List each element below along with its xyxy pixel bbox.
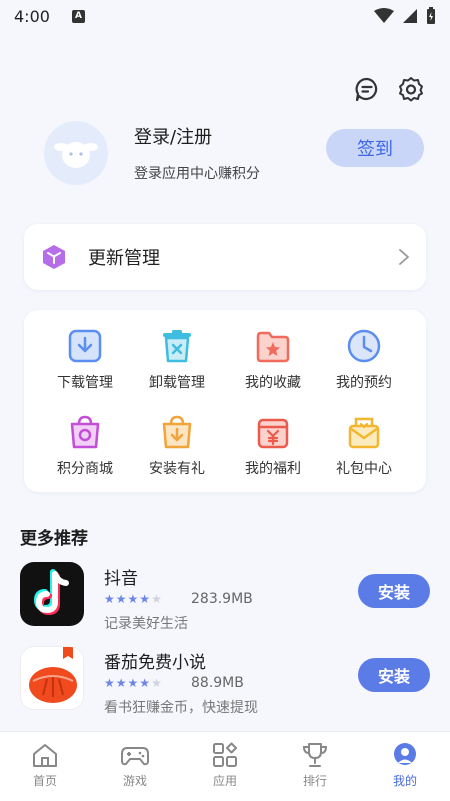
welfare-icon (253, 412, 293, 452)
nav-label: 游戏 (122, 774, 147, 788)
login-title: 登录/注册 (134, 127, 213, 148)
uninstall-icon (157, 326, 197, 366)
nav-label: 我的 (392, 774, 417, 788)
apps-grid-icon (213, 742, 237, 767)
star-icon: ★ (104, 592, 115, 606)
wifi-icon (374, 8, 394, 23)
nav-label: 首页 (32, 774, 57, 788)
install-gift-icon (157, 412, 197, 452)
reservation-clock-icon (344, 326, 384, 366)
update-label: 更新管理 (88, 248, 160, 269)
nav-item-mine[interactable]: 我的 (360, 732, 450, 801)
update-management-row[interactable]: 更新管理 (24, 224, 426, 290)
app-size: 88.9MB (191, 675, 244, 691)
star-icon: ★ (139, 592, 151, 606)
grid-item-uninstall[interactable]: 卸载管理 (132, 326, 222, 392)
signal-icon (403, 9, 417, 23)
star-icon: ★ (139, 676, 151, 690)
grid-item-download[interactable]: 下载管理 (40, 326, 130, 392)
grid-item-install-gift[interactable]: 安装有礼 (132, 412, 222, 478)
grid-item-reservation[interactable]: 我的预约 (319, 326, 409, 392)
profile-section: 登录/注册 登录应用中心赚积分 签到 (44, 118, 424, 188)
star-icon: ★ (151, 592, 162, 606)
points-mall-bag-icon (65, 412, 105, 452)
gamepad-icon (121, 747, 149, 766)
cube-icon (43, 245, 65, 269)
grid-label: 卸载管理 (149, 375, 205, 391)
app-item-douyin[interactable]: 抖音 ★ ★ ★ ★ ★ 283.9MB 记录美好生活 安装 (20, 562, 430, 632)
install-button[interactable]: 安装 (358, 658, 430, 692)
profile-icon (394, 743, 416, 765)
settings-icon[interactable] (398, 76, 424, 102)
favorites-icon (253, 326, 293, 366)
nav-item-games[interactable]: 游戏 (90, 732, 180, 801)
app-name: 抖音 (104, 569, 138, 589)
app-name: 番茄免费小说 (104, 653, 206, 673)
star-icon: ★ (151, 676, 162, 690)
chevron-right-icon (399, 249, 409, 265)
tools-grid: 下载管理 卸载管理 我的收藏 我的预约 积分商城 安装有礼 我的福利 礼包中心 (24, 310, 426, 492)
grid-item-favorites[interactable]: 我的收藏 (228, 326, 318, 392)
grid-label: 安装有礼 (149, 461, 205, 477)
grid-item-points-mall[interactable]: 积分商城 (40, 412, 130, 478)
grid-label: 下载管理 (57, 375, 113, 391)
login-subtitle: 登录应用中心赚积分 (134, 166, 260, 182)
grid-label: 积分商城 (57, 461, 113, 477)
nav-item-apps[interactable]: 应用 (180, 732, 270, 801)
section-title: 更多推荐 (20, 529, 88, 549)
nav-label: 应用 (212, 774, 237, 788)
nav-item-home[interactable]: 首页 (0, 732, 90, 801)
star-icon: ★ (127, 592, 139, 606)
douyin-app-icon (20, 562, 84, 626)
grid-label: 我的预约 (336, 375, 392, 391)
install-button[interactable]: 安装 (358, 574, 430, 608)
top-actions (354, 76, 424, 102)
grid-item-gift-pack[interactable]: 礼包中心 (319, 412, 409, 478)
checkin-button[interactable]: 签到 (326, 129, 424, 167)
nav-label: 排行 (302, 774, 327, 788)
grid-item-welfare[interactable]: 我的福利 (228, 412, 318, 478)
trophy-icon (302, 743, 328, 767)
message-icon[interactable] (354, 76, 380, 102)
app-size: 283.9MB (191, 591, 253, 607)
status-time: 4:00 (14, 6, 50, 26)
grid-label: 我的福利 (245, 461, 301, 477)
status-right (374, 7, 436, 25)
star-icon: ★ (115, 592, 127, 606)
grid-label: 我的收藏 (245, 375, 301, 391)
rating-stars: ★ ★ ★ ★ ★ (104, 592, 162, 606)
star-icon: ★ (115, 676, 127, 690)
notification-icon: A (71, 9, 85, 23)
gift-pack-icon (344, 412, 384, 452)
nav-item-ranking[interactable]: 排行 (270, 732, 360, 801)
home-icon (33, 744, 57, 767)
avatar[interactable] (44, 121, 108, 185)
star-icon: ★ (104, 676, 115, 690)
star-icon: ★ (127, 676, 139, 690)
sheep-avatar-icon (54, 142, 98, 168)
status-bar: 4:00 A (0, 0, 450, 32)
battery-icon (427, 7, 435, 24)
rating-stars: ★ ★ ★ ★ ★ (104, 676, 162, 690)
grid-label: 礼包中心 (336, 461, 392, 477)
app-item-fanqie[interactable]: 番茄免费小说 ★ ★ ★ ★ ★ 88.9MB 看书狂赚金币，快速提现 安装 (20, 646, 430, 716)
bottom-nav: 首页 游戏 应用 排行 我的 (0, 731, 450, 801)
app-description: 记录美好生活 (104, 616, 188, 632)
download-icon (65, 326, 105, 366)
fanqie-app-icon (20, 646, 84, 710)
app-description: 看书狂赚金币，快速提现 (104, 700, 258, 716)
profile-text[interactable]: 登录/注册 登录应用中心赚积分 (134, 123, 260, 183)
